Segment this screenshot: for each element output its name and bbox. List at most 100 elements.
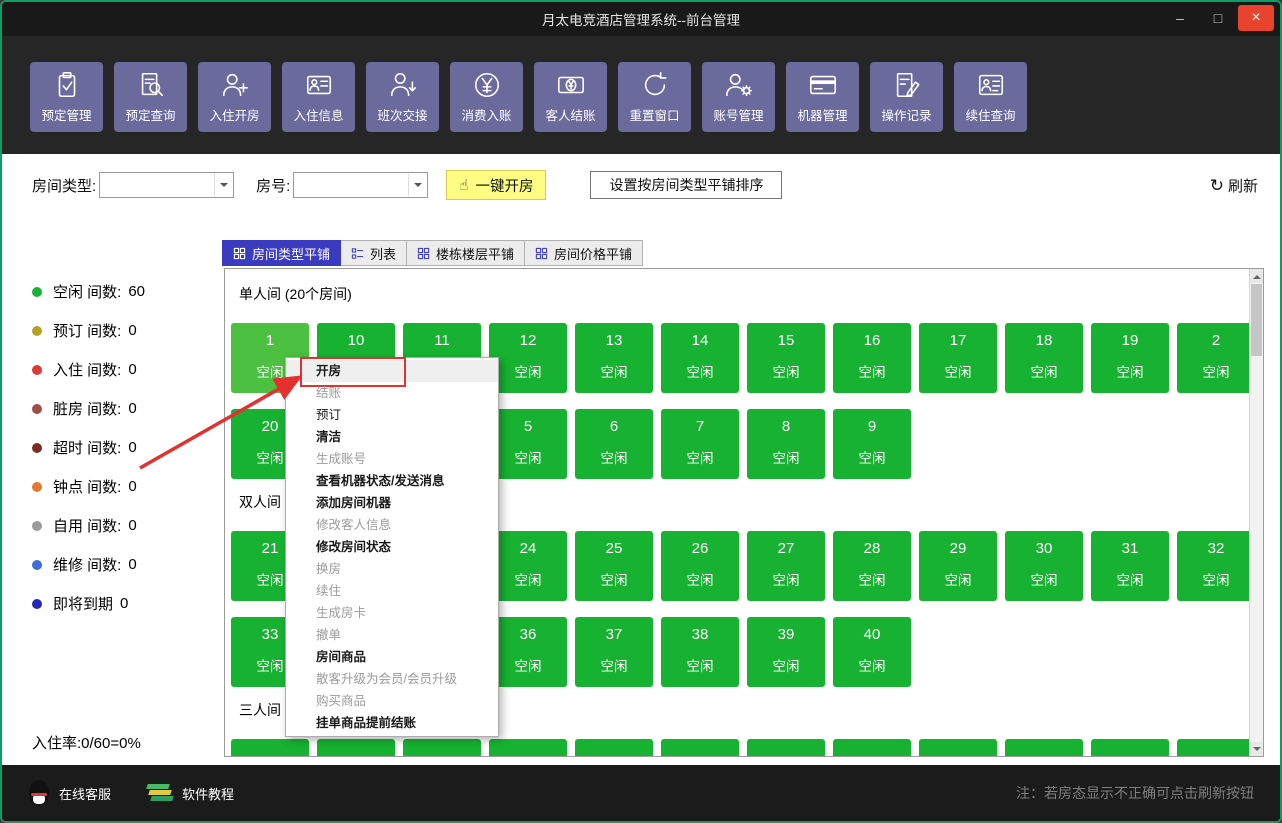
room-tile[interactable] xyxy=(231,739,309,756)
room-tile[interactable]: 8空闲 xyxy=(747,409,825,479)
room-tile[interactable]: 5空闲 xyxy=(489,409,567,479)
online-service-link[interactable]: 在线客服 xyxy=(28,780,111,806)
toolbar-button[interactable]: 预定管理 xyxy=(30,62,103,132)
room-tile[interactable] xyxy=(575,739,653,756)
room-status: 空闲 xyxy=(1091,361,1169,381)
tab-2[interactable]: 列表 xyxy=(341,240,407,266)
room-status: 空闲 xyxy=(489,447,567,467)
context-menu-item[interactable]: 清洁 xyxy=(286,426,498,448)
toolbar-button[interactable]: 重置窗口 xyxy=(618,62,691,132)
close-button[interactable]: × xyxy=(1238,5,1274,31)
room-tile[interactable]: 25空闲 xyxy=(575,531,653,601)
status-dot xyxy=(32,482,42,492)
room-tile[interactable]: 18空闲 xyxy=(1005,323,1083,393)
window-title: 月太电竞酒店管理系统--前台管理 xyxy=(542,9,740,29)
room-number: 12 xyxy=(489,332,567,349)
room-tile[interactable]: 9 空闲 xyxy=(833,409,911,479)
room-status: 空闲 xyxy=(833,447,911,467)
context-menu-item[interactable]: 查看机器状态/发送消息 xyxy=(286,470,498,492)
room-tile[interactable]: 2空闲 xyxy=(1177,323,1255,393)
room-tile[interactable]: 40空闲 xyxy=(833,617,911,687)
room-tile[interactable] xyxy=(661,739,739,756)
statusbar: 在线客服 软件教程 注：若房态显示不正确可点击刷新按钮 xyxy=(2,765,1280,821)
toolbar-button[interactable]: 操作记录 xyxy=(870,62,943,132)
toolbar-button[interactable]: 续住查询 xyxy=(954,62,1027,132)
room-tile[interactable]: 28空闲 xyxy=(833,531,911,601)
toolbar-button[interactable]: 机器管理 xyxy=(786,62,859,132)
status-dot xyxy=(32,326,42,336)
legend-item: 自用 间数:0 xyxy=(32,506,145,545)
scrollbar-thumb[interactable] xyxy=(1251,284,1262,356)
room-tile[interactable]: 27空闲 xyxy=(747,531,825,601)
room-tile[interactable]: 15空闲 xyxy=(747,323,825,393)
shift-handover-icon xyxy=(388,70,418,100)
toolbar-button[interactable]: 入住信息 xyxy=(282,62,355,132)
room-number: 28 xyxy=(833,540,911,557)
maximize-button[interactable]: □ xyxy=(1200,5,1236,31)
room-tile[interactable] xyxy=(1177,739,1255,756)
toolbar-button[interactable]: 班次交接 xyxy=(366,62,439,132)
room-tile[interactable]: 31空闲 xyxy=(1091,531,1169,601)
tutorial-link[interactable]: 软件教程 xyxy=(147,783,234,803)
minimize-button[interactable]: – xyxy=(1162,5,1198,31)
room-number: 32 xyxy=(1177,540,1255,557)
room-tile[interactable]: 30空闲 xyxy=(1005,531,1083,601)
room-tile[interactable] xyxy=(919,739,997,756)
scrollbar[interactable] xyxy=(1249,269,1263,756)
legend-value: 0 xyxy=(128,400,136,417)
context-menu-item[interactable]: 开房 xyxy=(286,360,498,382)
room-tile[interactable] xyxy=(489,739,567,756)
room-tile[interactable]: 16空闲 xyxy=(833,323,911,393)
room-tile[interactable] xyxy=(1005,739,1083,756)
toolbar-button[interactable]: 预定查询 xyxy=(114,62,187,132)
room-number: 17 xyxy=(919,332,997,349)
tab-3[interactable]: 楼栋楼层平铺 xyxy=(407,240,525,266)
scroll-down-button[interactable] xyxy=(1250,742,1263,756)
legend-item: 脏房 间数:0 xyxy=(32,389,145,428)
room-number-select[interactable] xyxy=(293,172,428,198)
refresh-button[interactable]: ↻ 刷新 xyxy=(1210,175,1258,196)
room-tile[interactable]: 38空闲 xyxy=(661,617,739,687)
room-tile[interactable]: 36空闲 xyxy=(489,617,567,687)
room-tile[interactable] xyxy=(747,739,825,756)
room-tile[interactable] xyxy=(403,739,481,756)
legend-label: 空闲 间数: xyxy=(53,281,121,302)
tab-1[interactable]: 房间类型平铺 xyxy=(222,240,341,266)
room-tile[interactable]: 24空闲 xyxy=(489,531,567,601)
room-tile[interactable]: 37空闲 xyxy=(575,617,653,687)
toolbar-button[interactable]: 入住开房 xyxy=(198,62,271,132)
room-tile[interactable]: 17空闲 xyxy=(919,323,997,393)
room-tile[interactable]: 26空闲 xyxy=(661,531,739,601)
room-tile[interactable]: 29空闲 xyxy=(919,531,997,601)
room-type-select[interactable] xyxy=(99,172,234,198)
sort-setting-button[interactable]: 设置按房间类型平铺排序 xyxy=(590,171,782,199)
toolbar-button[interactable]: 账号管理 xyxy=(702,62,775,132)
room-tile[interactable] xyxy=(1091,739,1169,756)
context-menu-item[interactable]: 修改房间状态 xyxy=(286,536,498,558)
context-menu-item[interactable]: 预订 xyxy=(286,404,498,426)
legend-label: 即将到期 xyxy=(53,593,113,614)
room-tile[interactable]: 7空闲 xyxy=(661,409,739,479)
scroll-up-button[interactable] xyxy=(1250,269,1263,283)
context-menu-item[interactable]: 添加房间机器 xyxy=(286,492,498,514)
context-menu-item[interactable]: 房间商品 xyxy=(286,646,498,668)
toolbar-button-label: 消费入账 xyxy=(461,105,511,124)
room-number: 9 xyxy=(833,418,911,435)
room-number: 15 xyxy=(747,332,825,349)
room-tile[interactable]: 32空闲 xyxy=(1177,531,1255,601)
tab-4[interactable]: 房间价格平铺 xyxy=(525,240,643,266)
toolbar-button[interactable]: 客人结账 xyxy=(534,62,607,132)
context-menu-item[interactable]: 挂单商品提前结账 xyxy=(286,712,498,734)
room-number: 2 xyxy=(1177,332,1255,349)
room-tile[interactable]: 39空闲 xyxy=(747,617,825,687)
room-tile[interactable] xyxy=(833,739,911,756)
room-tile[interactable]: 12空闲 xyxy=(489,323,567,393)
room-tile[interactable]: 14空闲 xyxy=(661,323,739,393)
quick-open-button[interactable]: ☝ 一键开房 xyxy=(446,170,546,200)
room-tile[interactable] xyxy=(317,739,395,756)
room-tile[interactable]: 19空闲 xyxy=(1091,323,1169,393)
toolbar-button[interactable]: 消费入账 xyxy=(450,62,523,132)
room-tile[interactable]: 6空闲 xyxy=(575,409,653,479)
room-tile[interactable]: 13空闲 xyxy=(575,323,653,393)
app-window: 月太电竞酒店管理系统--前台管理 – □ × 预定管理预定查询入住开房入住信息班… xyxy=(0,0,1282,823)
